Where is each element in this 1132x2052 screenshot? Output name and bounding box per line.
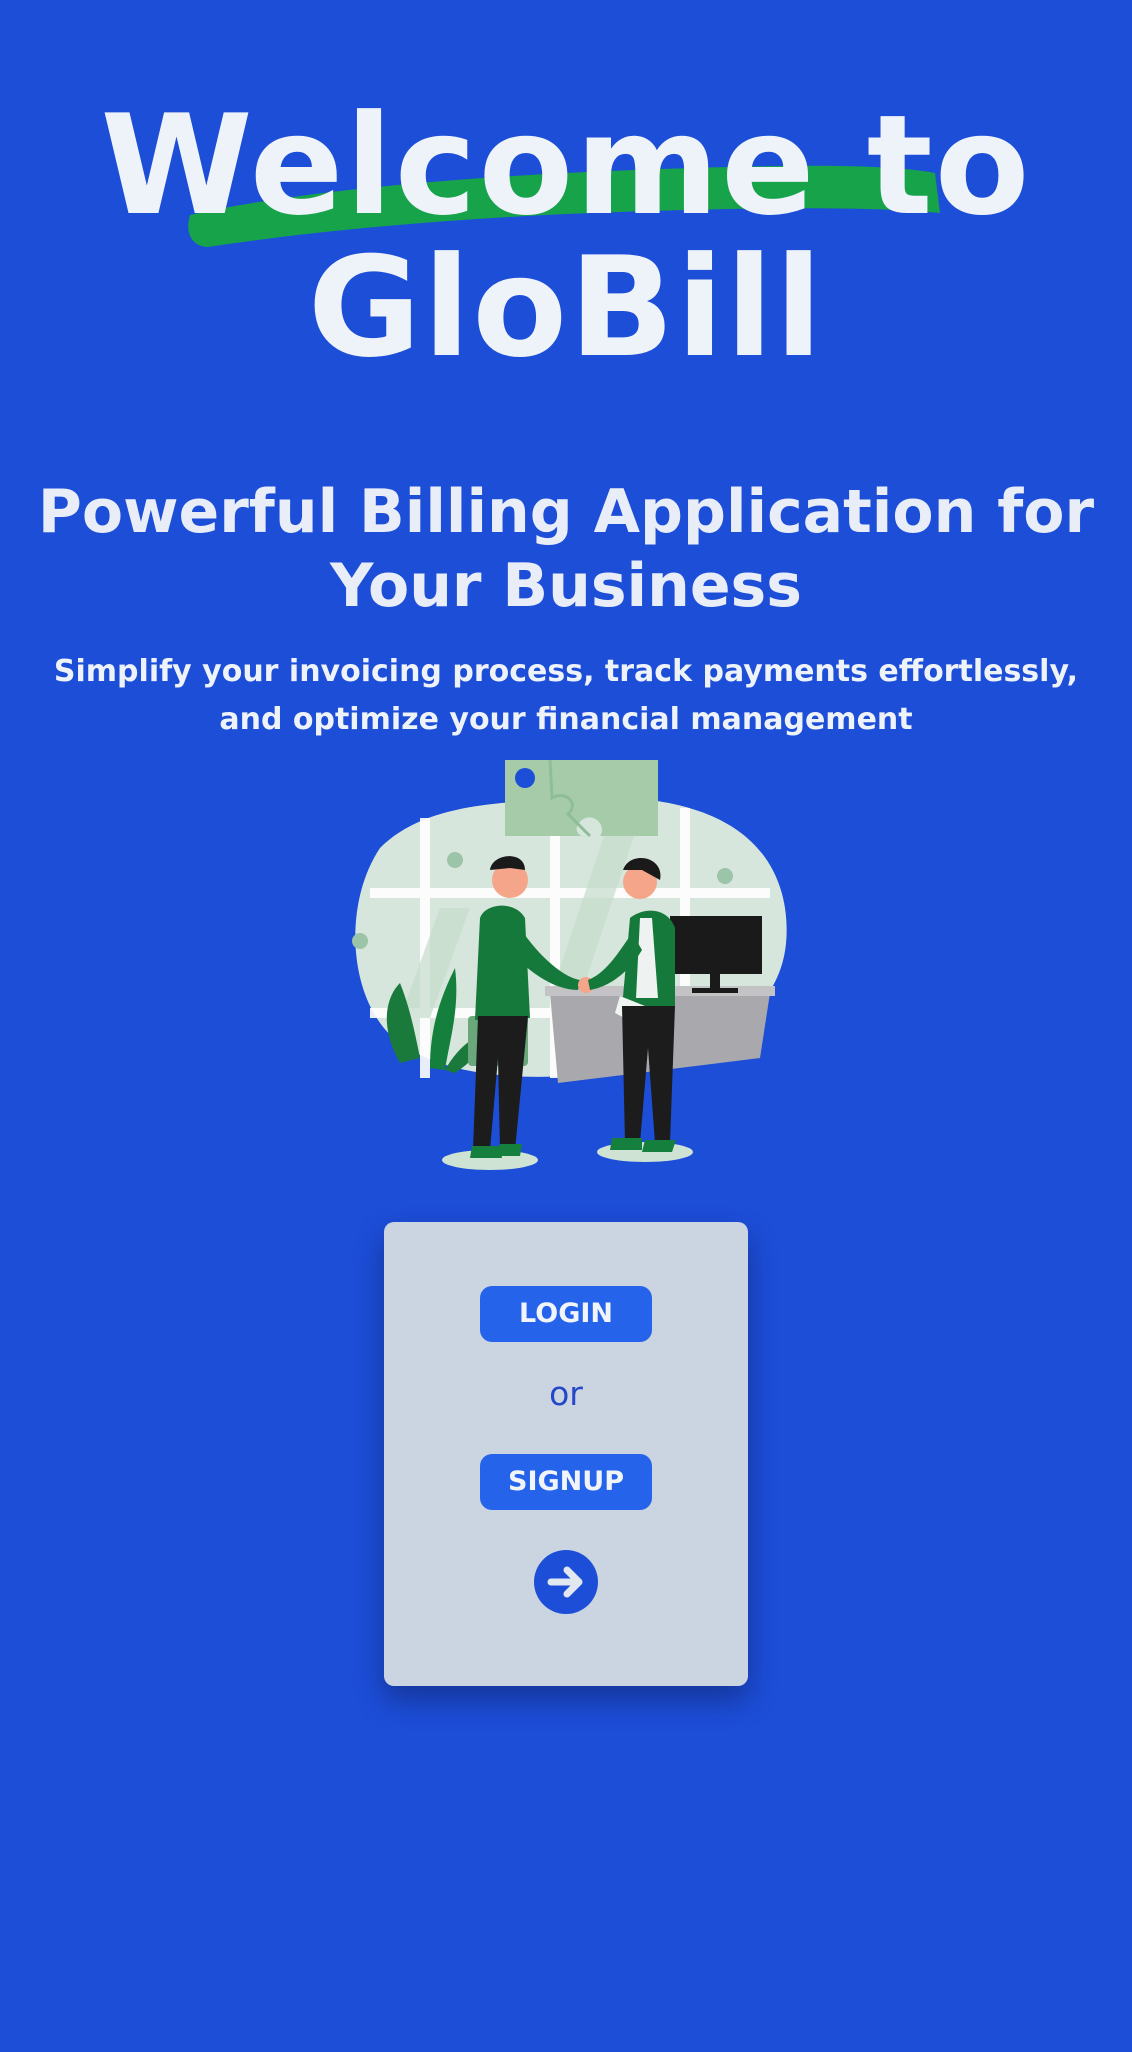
auth-card: LOGIN or SIGNUP — [384, 1222, 748, 1686]
login-button[interactable]: LOGIN — [480, 1286, 652, 1342]
proceed-arrow-button[interactable] — [534, 1550, 598, 1614]
page-subtitle: Powerful Billing Application for Your Bu… — [37, 477, 1095, 621]
signup-button[interactable]: SIGNUP — [480, 1454, 652, 1510]
hero-title-line-1: Welcome to — [100, 85, 1032, 246]
landing-page: Welcome to GloBill Powerful Billing Appl… — [0, 0, 1132, 2052]
business-handshake-illustration — [352, 759, 787, 1170]
or-separator: or — [549, 1374, 583, 1413]
page-tagline: Simplify your invoicing process, track p… — [53, 654, 1079, 737]
hero-title: Welcome to GloBill — [0, 95, 1132, 379]
hero-title-line-2: GloBill — [307, 227, 825, 388]
arrow-right-icon — [547, 1566, 583, 1598]
